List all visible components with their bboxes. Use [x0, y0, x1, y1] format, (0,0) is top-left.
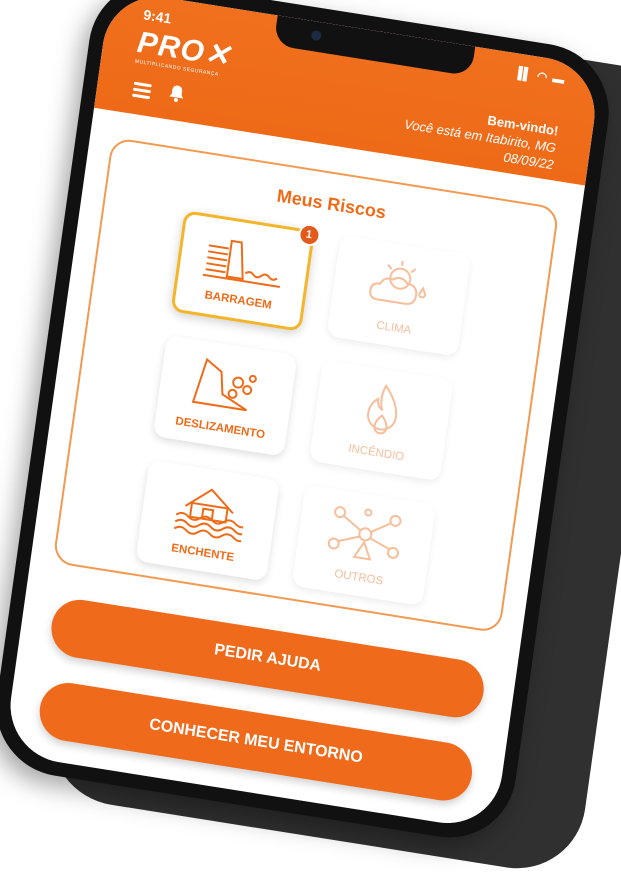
hamburger-menu-icon[interactable]: [132, 81, 152, 99]
app-logo: PRO✕ MULTIPLICANDO SEGURANÇA: [134, 26, 232, 79]
risk-tile-weather[interactable]: CLIMA: [326, 234, 471, 357]
app-screen: 9:41 ▐▌ ◠ ▬ PRO✕ MULTIPLICANDO SEGURANÇA…: [3, 0, 602, 832]
risk-tile-flood[interactable]: ENCHENTE: [134, 459, 280, 582]
bell-icon[interactable]: [167, 83, 186, 108]
notification-badge: 1: [296, 222, 322, 248]
risks-grid: 1 BARRAGEM CLIMA DESLIZAMENTO INCÊNDIO E…: [56, 198, 549, 619]
tile-label: CLIMA: [375, 319, 412, 337]
risk-tile-others[interactable]: OUTROS: [290, 484, 436, 606]
tile-label: OUTROS: [333, 568, 384, 588]
my-risks-card: Meus Riscos 1 BARRAGEM CLIMA DESLIZAMENT…: [52, 136, 560, 634]
flood-icon: [169, 478, 248, 548]
risk-tile-landslide[interactable]: DESLIZAMENTO: [152, 334, 298, 457]
welcome-block: Bem-vindo! Você está em Itabirito, MG 08…: [401, 99, 560, 174]
network-icon: [323, 503, 406, 573]
status-indicators-icon: ▐▌ ◠ ▬: [512, 65, 567, 88]
tile-label: INCÊNDIO: [347, 442, 405, 464]
risk-tile-dam[interactable]: 1 BARRAGEM: [169, 210, 322, 332]
landslide-icon: [185, 353, 266, 421]
weather-icon: [361, 253, 438, 320]
dam-icon: [201, 231, 286, 298]
risk-tile-fire[interactable]: INCÊNDIO: [308, 359, 454, 482]
camera-icon: [310, 29, 322, 42]
fire-icon: [355, 380, 409, 446]
actions-area: PEDIR AJUDA CONHECER MEU ENTORNO: [35, 595, 488, 805]
status-time: 9:41: [142, 6, 173, 27]
